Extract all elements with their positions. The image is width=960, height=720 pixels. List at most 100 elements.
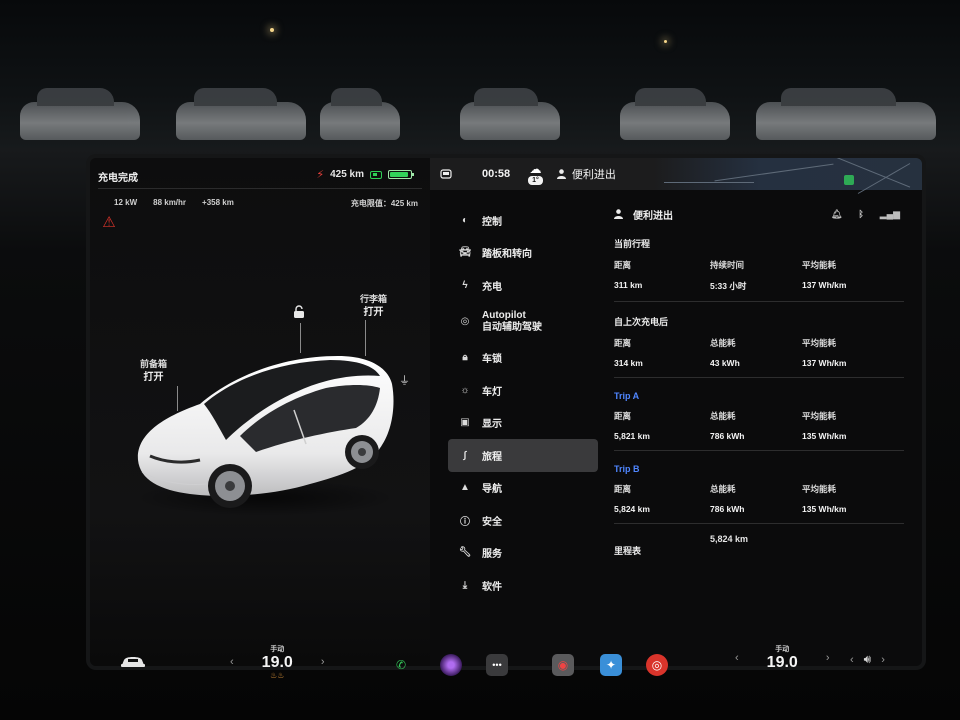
menu-item[interactable]: ϟ 充电 xyxy=(448,269,598,302)
seatbelt-warning-icon: ⚠ xyxy=(102,214,116,231)
menu-item[interactable]: ⓘ 安全 xyxy=(448,504,598,537)
energy-value: 786 kWh xyxy=(710,504,745,514)
menu-item[interactable]: ⤓ 软件 xyxy=(448,569,598,602)
status-icons: 🔔︎ ᛒ ▂▄▆ xyxy=(831,209,904,220)
driver-profile[interactable]: 便利进出 xyxy=(556,166,616,182)
outside-temperature: 1° xyxy=(528,176,543,185)
bluetooth-icon[interactable]: ᛒ xyxy=(858,209,863,220)
menu-item[interactable]: ∫ 旅程 xyxy=(448,439,598,472)
range-value: 425 km xyxy=(330,169,364,180)
section-title: 当前行程 xyxy=(614,239,651,249)
seat-heater-icon[interactable]: ♨♨ xyxy=(270,672,284,680)
menu-item-label: 服务 xyxy=(482,549,502,561)
col-header: 持续时间 xyxy=(710,260,745,270)
bottom-dock: ‹ 手动 19.0 ♨♨ › ✆ ••• ◉ ✦ ◎ ‹ 手动 19.0 › ‹… xyxy=(90,640,922,700)
toybox-icon[interactable]: ✦ xyxy=(600,654,622,676)
charge-status-title: 充电完成 xyxy=(98,173,138,184)
charge-power: 12 kW xyxy=(114,198,138,207)
charge-port-icon[interactable]: ⏚ xyxy=(399,372,410,388)
menu-item-label: 显示 xyxy=(482,419,502,431)
menu-item-label: 充电 xyxy=(482,281,502,293)
dashcam-icon[interactable]: ◉ xyxy=(552,654,574,676)
charge-stats: 12 kW 88 km/hr +358 km xyxy=(114,198,234,207)
more-apps-icon[interactable]: ••• xyxy=(486,654,508,676)
menu-item[interactable]: 🔧︎ 服务 xyxy=(448,537,598,570)
battery-icon xyxy=(388,170,414,179)
avg-consumption-value: 135 Wh/km xyxy=(802,504,847,514)
since-last-charge-section: 自上次充电后 距离 总能耗 平均能耗 314 km 43 kWh 137 Wh/… xyxy=(614,302,904,378)
display-icon: ▣ xyxy=(460,417,470,429)
menu-item[interactable]: 🚘︎ 踏板和转向 xyxy=(448,237,598,270)
col-header: 平均能耗 xyxy=(802,411,837,421)
distance-value: 311 km xyxy=(614,280,643,290)
person-icon xyxy=(614,209,623,219)
chevron-left-icon[interactable]: ‹ xyxy=(735,652,739,664)
menu-item-sublabel: 自动辅助驾驶 xyxy=(482,321,542,333)
battery-fill xyxy=(390,172,409,177)
distance-value: 314 km xyxy=(614,358,643,368)
menu-item-label: 导航 xyxy=(482,484,502,496)
passenger-temp[interactable]: 手动 19.0 xyxy=(767,644,798,672)
music-app-icon[interactable]: ◎ xyxy=(646,654,668,676)
chevron-left-icon[interactable]: ‹ xyxy=(230,656,234,668)
sentry-icon xyxy=(370,170,382,179)
charging-plug-icon: ⚡ xyxy=(316,169,325,181)
trips-profile-name: 便利进出 xyxy=(633,210,673,222)
driver-temp[interactable]: 手动 19.0 ♨♨ xyxy=(262,644,293,680)
settings-menu: ◐ 控制 🚘︎ 踏板和转向 ϟ 充电 ◎ Autopilot 自动辅助驾驶 🔒︎ 车锁 ☼ 车灯 ▣ 显示 ∫… xyxy=(448,204,598,602)
sun-icon: ☼ xyxy=(460,384,470,396)
current-trip-section: 当前行程 距离 持续时间 平均能耗 311 km 5:33 小时 137 Wh/… xyxy=(614,224,904,302)
speaker-icon[interactable]: 🔊︎ xyxy=(864,652,872,667)
signal-icon: ▂▄▆ xyxy=(879,208,900,219)
car-top-icon[interactable] xyxy=(440,169,452,179)
col-header: 距离 xyxy=(614,338,632,348)
photo-background xyxy=(0,0,960,170)
car-controls-icon[interactable] xyxy=(120,656,146,668)
chevron-right-icon[interactable]: › xyxy=(881,654,885,666)
distance-value: 5,824 km xyxy=(614,504,650,514)
chevron-left-icon[interactable]: ‹ xyxy=(850,654,854,666)
info-icon: ⓘ xyxy=(460,516,470,528)
volume-control: ‹ 🔊︎ › xyxy=(850,652,885,667)
odometer-value: 5,824 km xyxy=(710,534,749,544)
menu-item[interactable]: ▣ 显示 xyxy=(448,407,598,440)
col-header: 距离 xyxy=(614,260,632,270)
menu-item[interactable]: ◐ 控制 xyxy=(448,204,598,237)
trips-header: 便利进出 🔔︎ ᛒ ▂▄▆ xyxy=(614,204,904,224)
col-header: 平均能耗 xyxy=(802,338,837,348)
trip-b-title[interactable]: Trip B xyxy=(614,464,904,474)
unlock-icon[interactable] xyxy=(293,305,305,319)
trip-icon: ∫ xyxy=(463,449,467,461)
bolt-icon: ϟ xyxy=(462,279,468,291)
trunk-label: 行李箱 xyxy=(360,294,388,304)
trip-a-title[interactable]: Trip A xyxy=(614,391,904,401)
chevron-right-icon[interactable]: › xyxy=(321,656,325,668)
menu-item[interactable]: ☼ 车灯 xyxy=(448,374,598,407)
menu-item-label: 控制 xyxy=(482,216,502,228)
bell-icon[interactable]: 🔔︎ xyxy=(831,209,842,220)
menu-item[interactable]: ◎ Autopilot 自动辅助驾驶 xyxy=(448,302,598,342)
col-header: 距离 xyxy=(614,484,632,494)
col-header: 平均能耗 xyxy=(802,484,837,494)
menu-item-label: 旅程 xyxy=(482,451,502,463)
car-model-y-image xyxy=(135,356,395,516)
temperature-value: 19.0 xyxy=(261,654,293,671)
trip-a-section[interactable]: Trip A 距离 总能耗 平均能耗 5,821 km 786 kWh 135 … xyxy=(614,378,904,451)
menu-item[interactable]: ▲ 导航 xyxy=(448,472,598,505)
menu-item-label: Autopilot xyxy=(482,309,526,321)
menu-item-label: 踏板和转向 xyxy=(482,249,532,261)
chevron-right-icon[interactable]: › xyxy=(826,652,830,664)
camera-app-icon[interactable] xyxy=(440,654,462,676)
street-light xyxy=(270,28,274,32)
trunk-control[interactable]: 行李箱 打开 xyxy=(360,292,387,320)
trip-b-section[interactable]: Trip B 距离 总能耗 平均能耗 5,824 km 786 kWh 135 … xyxy=(614,451,904,524)
map-road xyxy=(664,182,754,183)
passenger-climate: ‹ 手动 19.0 › xyxy=(735,644,829,672)
phone-icon[interactable]: ✆ xyxy=(390,654,412,676)
parked-car xyxy=(460,88,560,140)
menu-item[interactable]: 🔒︎ 车锁 xyxy=(448,342,598,375)
mini-map[interactable] xyxy=(654,158,922,194)
parked-car xyxy=(620,88,730,140)
menu-item-label: 车灯 xyxy=(482,386,502,398)
distance-value: 5,821 km xyxy=(614,431,650,441)
